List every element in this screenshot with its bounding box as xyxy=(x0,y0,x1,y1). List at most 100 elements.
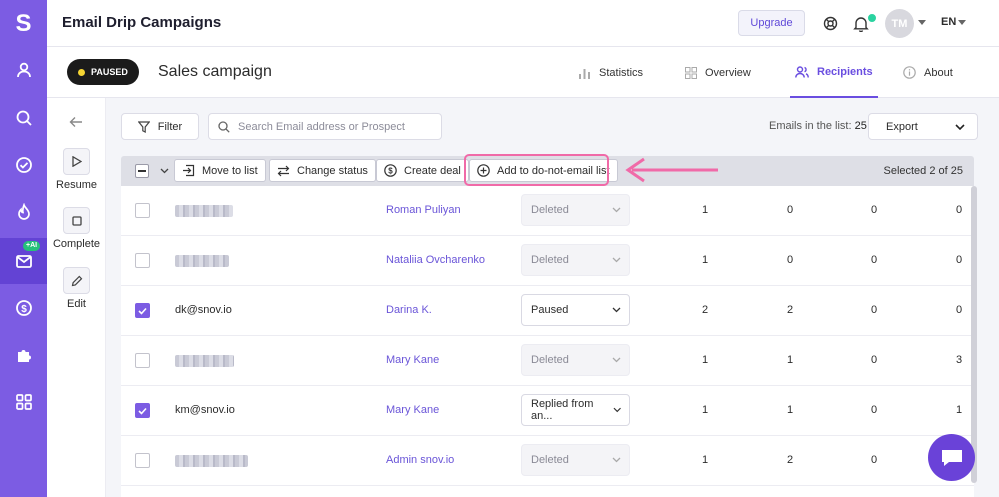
dollar-icon: $ xyxy=(15,300,32,316)
filter-label: Filter xyxy=(157,120,183,133)
tab-statistics[interactable]: Statistics xyxy=(578,47,643,98)
row-checkbox[interactable] xyxy=(135,303,150,318)
resume-button[interactable]: Resume xyxy=(47,148,106,191)
ai-badge: +AI xyxy=(23,241,41,251)
row-checkbox[interactable] xyxy=(135,453,150,468)
chevron-down-icon xyxy=(612,257,621,263)
info-icon xyxy=(903,66,916,79)
sidebar-item-verifier[interactable] xyxy=(0,143,47,187)
emails-count-value: 25 xyxy=(854,120,867,132)
status-select: Deleted xyxy=(521,344,630,376)
clicked-count: 0 xyxy=(870,204,878,216)
upgrade-button[interactable]: Upgrade xyxy=(738,10,805,36)
back-arrow-icon[interactable] xyxy=(69,116,83,128)
chevron-down-icon xyxy=(613,407,621,413)
export-dropdown[interactable]: Export xyxy=(868,113,978,140)
language-selector[interactable]: EN xyxy=(941,16,956,28)
move-to-list-button[interactable]: Move to list xyxy=(174,159,266,182)
table-row[interactable]: Roman Puliyan Deleted 1 0 0 0 xyxy=(121,186,974,236)
sent-count: 1 xyxy=(701,204,709,216)
help-lifebuoy-icon[interactable] xyxy=(823,16,838,31)
status-value: Deleted xyxy=(531,204,569,216)
sidebar-item-campaigns[interactable]: +AI xyxy=(0,238,47,284)
row-checkbox[interactable] xyxy=(135,203,150,218)
sidebar-item-apps[interactable] xyxy=(0,380,47,424)
email-address: dk@snov.io xyxy=(175,304,232,316)
change-status-button[interactable]: Change status xyxy=(269,159,376,182)
complete-button[interactable]: Complete xyxy=(47,207,106,250)
clicked-count: 0 xyxy=(870,254,878,266)
apps-icon xyxy=(15,394,32,410)
sidebar-item-prospects[interactable] xyxy=(0,48,47,92)
dollar-icon: $ xyxy=(384,164,397,177)
grid-icon xyxy=(685,66,697,79)
edit-button[interactable]: Edit xyxy=(47,267,106,310)
chat-widget-button[interactable] xyxy=(928,434,975,481)
table-row[interactable]: Mary Kane Deleted 1 1 0 3 xyxy=(121,336,974,386)
status-select[interactable]: Paused xyxy=(521,294,630,326)
status-select: Deleted xyxy=(521,444,630,476)
row-checkbox[interactable] xyxy=(135,403,150,418)
prospect-name[interactable]: Admin snov.io xyxy=(386,454,454,466)
selection-count: Selected 2 of 25 xyxy=(883,165,963,177)
prospect-name[interactable]: Roman Puliyan xyxy=(386,204,461,216)
table-row[interactable]: Nataliia Ovcharenko Deleted 1 0 0 0 xyxy=(121,236,974,286)
check-circle-icon xyxy=(15,157,32,173)
status-value: Deleted xyxy=(531,354,569,366)
table-row[interactable]: dk@snov.io Darina K. Paused 2 2 0 0 xyxy=(121,286,974,336)
row-checkbox[interactable] xyxy=(135,353,150,368)
svg-text:$: $ xyxy=(388,167,393,176)
status-select: Deleted xyxy=(521,244,630,276)
tab-overview[interactable]: Overview xyxy=(685,47,751,98)
email-redacted xyxy=(175,455,248,467)
sent-count: 2 xyxy=(701,304,709,316)
users-icon xyxy=(795,65,809,78)
prospect-name[interactable]: Nataliia Ovcharenko xyxy=(386,254,485,266)
clicked-count: 0 xyxy=(870,354,878,366)
tab-label: Statistics xyxy=(599,66,644,79)
email-redacted xyxy=(175,205,233,217)
search-input[interactable] xyxy=(238,120,428,133)
create-deal-button[interactable]: $ Create deal xyxy=(376,159,469,182)
sidebar-item-deals[interactable]: $ xyxy=(0,286,47,330)
snov-logo[interactable]: S xyxy=(0,0,47,47)
chevron-down-icon[interactable] xyxy=(160,168,169,174)
prospect-name[interactable]: Mary Kane xyxy=(386,354,439,366)
user-icon xyxy=(16,62,31,78)
email-redacted xyxy=(175,355,234,367)
tab-recipients[interactable]: Recipients xyxy=(790,47,878,98)
annotation-arrow-icon xyxy=(625,157,718,183)
sidebar-item-warmup[interactable] xyxy=(0,190,47,234)
complete-label: Complete xyxy=(52,238,101,250)
paused-dot xyxy=(78,68,85,76)
chevron-down-icon xyxy=(612,207,621,213)
clicked-count: 0 xyxy=(870,454,878,466)
filter-button[interactable]: Filter xyxy=(121,113,199,140)
stop-icon xyxy=(71,215,82,226)
change-status-label: Change status xyxy=(297,164,368,177)
row-checkbox[interactable] xyxy=(135,253,150,268)
prospect-name[interactable]: Mary Kane xyxy=(386,404,439,416)
chevron-down-icon[interactable] xyxy=(958,20,966,25)
status-select[interactable]: Replied from an... xyxy=(521,394,630,426)
chevron-down-icon[interactable] xyxy=(918,20,926,25)
prospect-name[interactable]: Darina K. xyxy=(386,304,432,316)
search-icon xyxy=(218,120,230,133)
scrollbar[interactable] xyxy=(971,186,977,483)
clicked-count: 0 xyxy=(870,304,878,316)
tab-label: Recipients xyxy=(817,65,873,78)
status-badge: PAUSED xyxy=(67,59,139,85)
select-all-checkbox[interactable] xyxy=(135,164,149,178)
sent-count: 1 xyxy=(701,454,709,466)
email-address: km@snov.io xyxy=(175,404,235,416)
table-row[interactable]: km@snov.io Mary Kane Replied from an... … xyxy=(121,386,974,436)
table-row[interactable]: Admin snov.io Deleted 1 2 0 xyxy=(121,436,974,486)
opened-count: 2 xyxy=(786,454,794,466)
app-title: Email Drip Campaigns xyxy=(62,14,222,31)
sidebar-item-integrations[interactable] xyxy=(0,333,47,377)
avatar[interactable]: TM xyxy=(885,9,914,38)
tab-about[interactable]: About xyxy=(903,47,953,98)
sidebar-item-search[interactable] xyxy=(0,96,47,140)
swap-arrows-icon xyxy=(277,165,290,176)
opened-count: 2 xyxy=(786,304,794,316)
